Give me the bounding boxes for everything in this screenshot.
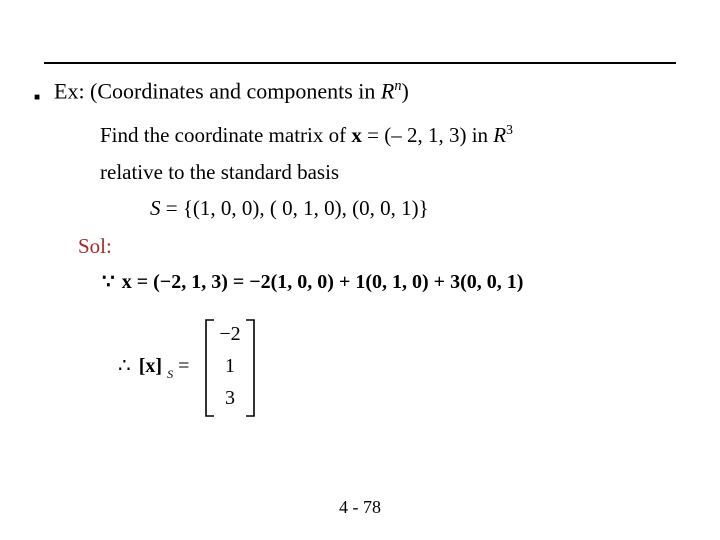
svg-text:∵ x = (−2, 1, 3) = −2(: ∵ x = (−2, 1, 3) = −2(1, 0, 0) + 1(0, 1,… <box>102 271 523 293</box>
title-space-symbol: R <box>381 78 394 103</box>
matrix-entry-0: −2 <box>219 323 240 345</box>
right-bracket-icon <box>246 320 254 416</box>
problem-basis-set: = {(1, 0, 0), ( 0, 1, 0), (0, 0, 1)} <box>161 196 429 220</box>
solution-label: Sol: <box>78 234 112 259</box>
bracket-subscript: S <box>167 367 173 381</box>
problem-vector-x: x <box>351 123 362 147</box>
problem-line-2: relative to the standard basis <box>100 160 339 185</box>
math-equation-2: ∴ [x] S = −2 1 3 <box>118 308 288 428</box>
bullet-icon: ■ <box>34 92 40 103</box>
problem-line1-b: = (– 2, 1, 3) in <box>362 123 493 147</box>
example-title: Ex: (Coordinates and components in Rn) <box>54 78 409 104</box>
problem-space-symbol: R <box>493 123 506 147</box>
problem-basis-symbol: S <box>150 196 161 220</box>
math-line: x = (−2, 1, 3) = −2(1, 0, 0) + 1(0, 1, 0… <box>122 271 524 293</box>
slide: ■ Ex: (Coordinates and components in Rn)… <box>0 0 720 540</box>
equals-sign: = <box>178 355 189 377</box>
problem-line-3: S = {(1, 0, 0), ( 0, 1, 0), (0, 0, 1)} <box>150 196 429 221</box>
bracket-x: [x] <box>139 355 162 377</box>
page-number: 4 - 78 <box>0 497 720 518</box>
title-prefix: Ex: (Coordinates and components in <box>54 78 381 103</box>
problem-line-1: Find the coordinate matrix of x = (– 2, … <box>100 122 513 148</box>
horizontal-rule <box>44 62 676 64</box>
title-space-superscript: n <box>394 78 401 94</box>
title-suffix: ) <box>402 78 409 103</box>
matrix-entry-1: 1 <box>225 355 235 377</box>
problem-space-superscript: 3 <box>506 122 513 137</box>
because-icon: ∵ <box>102 271 115 293</box>
problem-line1-a: Find the coordinate matrix of <box>100 123 351 147</box>
problem-line2-text: relative to the standard basis <box>100 160 339 184</box>
math-equation-1: ∵ x = (−2, 1, 3) = −2(1, 0, 0) + 1(0, 1,… <box>102 268 662 296</box>
therefore-icon: ∴ <box>118 355 131 377</box>
left-bracket-icon <box>206 320 214 416</box>
matrix-entry-2: 3 <box>225 387 235 409</box>
svg-text:∴ [x] S =: ∴ [x] S = <box>118 355 189 383</box>
